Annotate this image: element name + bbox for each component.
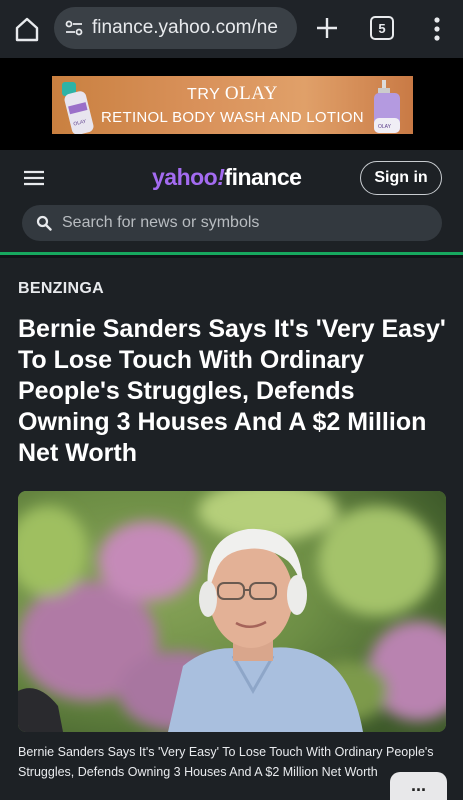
- address-bar[interactable]: finance.yahoo.com/ne: [54, 7, 297, 49]
- plus-icon[interactable]: [312, 13, 342, 43]
- search-placeholder: Search for news or symbols: [62, 214, 260, 231]
- article-photo-caption: Bernie Sanders Says It's 'Very Easy' To …: [18, 745, 434, 779]
- product-lotion-image: OLAY: [374, 80, 400, 133]
- yahoo-finance-logo[interactable]: yahoo!finance: [152, 164, 302, 191]
- article: BENZINGA Bernie Sanders Says It's 'Very …: [0, 258, 463, 800]
- search-input[interactable]: Search for news or symbols: [22, 205, 442, 241]
- home-icon[interactable]: [12, 14, 42, 44]
- tab-switcher-icon[interactable]: 5: [370, 16, 394, 40]
- tune-icon[interactable]: [64, 18, 84, 38]
- url-text: finance.yahoo.com/ne: [92, 17, 278, 38]
- logo-finance-text: finance: [224, 164, 302, 190]
- site-header: yahoo!finance Sign in Search for news or…: [0, 150, 463, 255]
- sign-in-button[interactable]: Sign in: [360, 161, 442, 195]
- ad-try-text: TRY: [187, 86, 220, 103]
- search-icon: [36, 215, 52, 231]
- more-vert-icon[interactable]: [425, 14, 449, 44]
- ad-subline: RETINOL BODY WASH AND LOTION: [101, 109, 364, 126]
- ad-area: OLAY TRY OLAY RETINOL BODY WASH AND LOTI…: [0, 58, 463, 150]
- more-options-button[interactable]: ...: [390, 772, 447, 800]
- article-photo[interactable]: [18, 491, 446, 732]
- browser-toolbar: finance.yahoo.com/ne 5: [0, 0, 463, 58]
- lotion-label: OLAY: [378, 124, 392, 130]
- article-source[interactable]: BENZINGA: [18, 280, 104, 298]
- ad-headline: TRY OLAY: [52, 83, 413, 105]
- ad-brand-text: OLAY: [224, 83, 278, 104]
- olay-banner-ad[interactable]: OLAY TRY OLAY RETINOL BODY WASH AND LOTI…: [52, 76, 413, 134]
- logo-yahoo-text: yahoo: [152, 164, 218, 190]
- hamburger-menu-icon[interactable]: [22, 168, 46, 188]
- bernie-sanders-photo: [18, 491, 446, 732]
- article-headline: Bernie Sanders Says It's 'Very Easy' To …: [18, 315, 446, 467]
